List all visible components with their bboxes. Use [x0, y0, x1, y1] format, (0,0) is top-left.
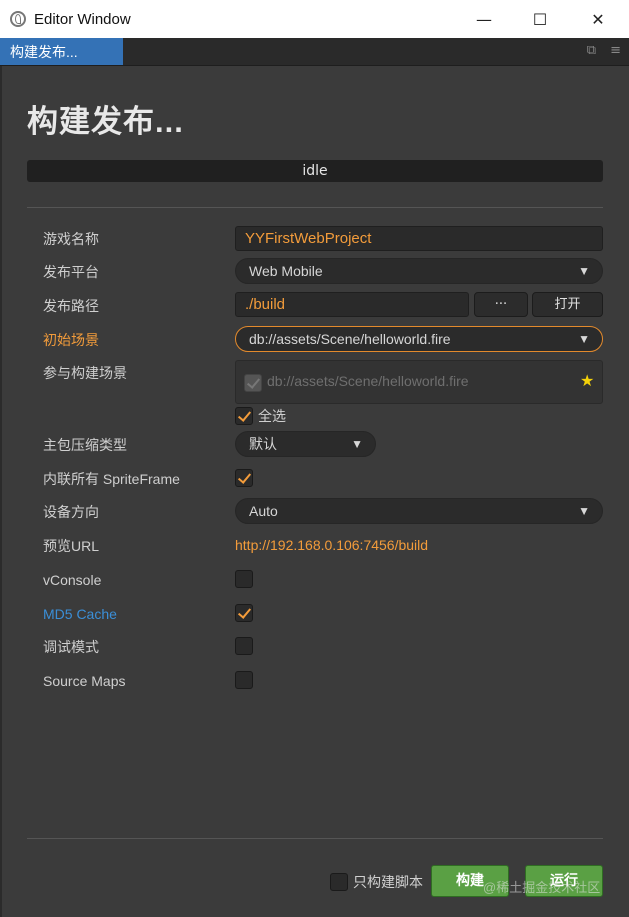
vconsole-checkbox[interactable] — [235, 570, 253, 588]
preview-url-label: 预览URL — [43, 538, 100, 554]
included-scenes-label: 参与构建场景 — [43, 365, 127, 381]
compression-value: 默认 — [249, 436, 277, 452]
inline-spriteframe-label: 内联所有 SpriteFrame — [43, 471, 180, 487]
source-maps-checkbox[interactable] — [235, 671, 253, 689]
divider — [27, 838, 603, 839]
orientation-select[interactable]: Auto ▼ — [235, 498, 603, 524]
orientation-label: 设备方向 — [43, 504, 99, 520]
close-button[interactable]: ✕ — [569, 0, 627, 38]
inline-spriteframe-checkbox[interactable] — [235, 469, 253, 487]
minimize-button[interactable]: — — [455, 0, 513, 38]
star-icon[interactable]: ★ — [580, 371, 594, 390]
browse-button[interactable]: ··· — [474, 292, 528, 317]
compression-select[interactable]: 默认 ▼ — [235, 431, 376, 457]
menu-icon[interactable]: ≡ — [610, 43, 621, 58]
watermark: @稀土掘金技术社区 — [483, 880, 601, 895]
scene-item: db://assets/Scene/helloworld.fire — [267, 373, 469, 389]
popout-icon[interactable]: ⧉ — [587, 43, 596, 58]
compression-label: 主包压缩类型 — [43, 437, 127, 453]
build-path-input[interactable]: ./build — [235, 292, 469, 317]
scene-list: db://assets/Scene/helloworld.fire ★ — [235, 360, 603, 404]
game-name-label: 游戏名称 — [43, 231, 99, 247]
scene-checkbox[interactable] — [244, 374, 262, 392]
preview-url-link[interactable]: http://192.168.0.106:7456/build — [235, 537, 428, 553]
platform-label: 发布平台 — [43, 264, 99, 280]
vconsole-label: vConsole — [43, 572, 102, 588]
start-scene-label: 初始场景 — [43, 332, 99, 348]
divider — [27, 207, 603, 208]
game-name-input[interactable]: YYFirstWebProject — [235, 226, 603, 251]
select-all-label: 全选 — [258, 408, 286, 424]
platform-value: Web Mobile — [249, 263, 323, 279]
start-scene-value: db://assets/Scene/helloworld.fire — [249, 331, 451, 347]
debug-mode-checkbox[interactable] — [235, 637, 253, 655]
dropdown-arrow-icon: ▼ — [351, 437, 363, 451]
dropdown-arrow-icon: ▼ — [578, 264, 590, 278]
start-scene-select[interactable]: db://assets/Scene/helloworld.fire ▼ — [235, 326, 603, 352]
build-path-label: 发布路径 — [43, 298, 99, 314]
window-title: Editor Window — [34, 10, 131, 28]
build-panel — [0, 66, 629, 917]
dropdown-arrow-icon: ▼ — [578, 504, 590, 518]
window-titlebar: Editor Window — ☐ ✕ — [0, 0, 629, 38]
tab-build-publish[interactable]: 构建发布... — [0, 38, 123, 65]
build-script-only-label: 只构建脚本 — [353, 874, 423, 890]
platform-select[interactable]: Web Mobile ▼ — [235, 258, 603, 284]
open-folder-button[interactable]: 打开 — [532, 292, 603, 317]
orientation-value: Auto — [249, 503, 278, 519]
md5-cache-label: MD5 Cache — [43, 606, 117, 622]
md5-cache-checkbox[interactable] — [235, 604, 253, 622]
debug-mode-label: 调试模式 — [43, 639, 99, 655]
app-icon — [10, 11, 26, 27]
select-all-checkbox[interactable] — [235, 407, 253, 425]
build-status-bar: idle — [27, 160, 603, 182]
source-maps-label: Source Maps — [43, 673, 126, 689]
build-script-only-checkbox[interactable] — [330, 873, 348, 891]
maximize-button[interactable]: ☐ — [511, 0, 569, 38]
dropdown-arrow-icon: ▼ — [578, 332, 590, 346]
tab-bar: 构建发布... ⧉ ≡ — [0, 38, 629, 66]
page-title: 构建发布... — [27, 104, 184, 139]
